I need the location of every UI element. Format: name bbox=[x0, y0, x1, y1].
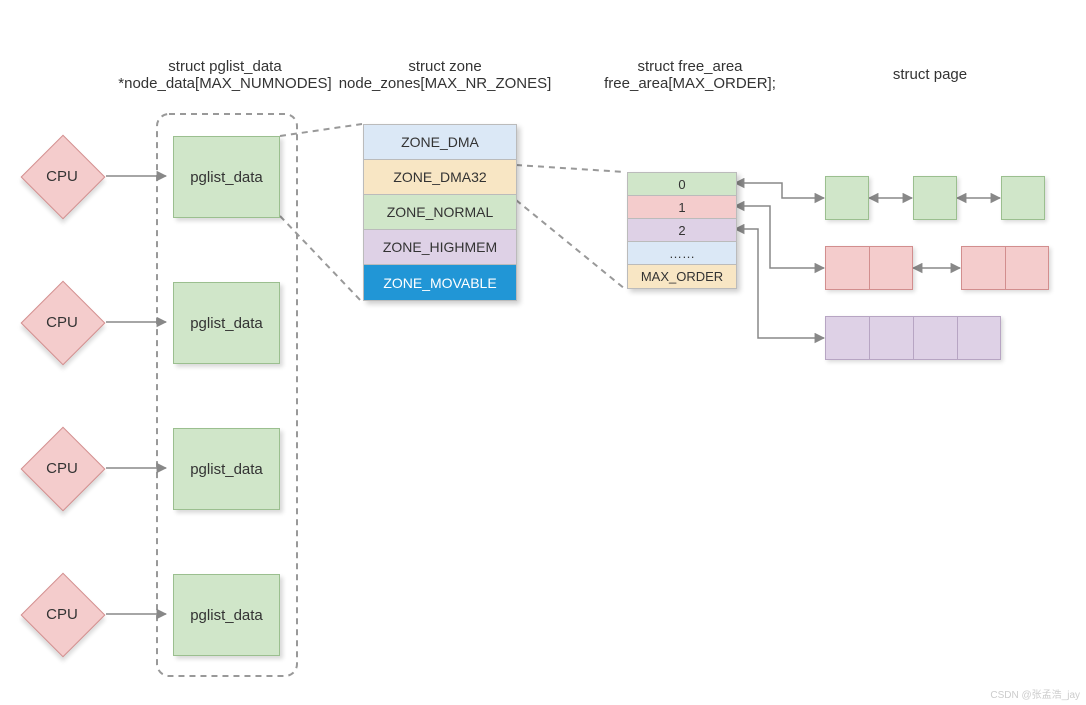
page-divider bbox=[1005, 246, 1006, 290]
freearea-stack: 0 1 2 …… MAX_ORDER bbox=[627, 172, 737, 289]
header-zone-line1: struct zone bbox=[330, 58, 560, 75]
header-pglist-line2: *node_data[MAX_NUMNODES] bbox=[100, 75, 350, 92]
pglist-box: pglist_data bbox=[173, 428, 280, 510]
header-pglist-line1: struct pglist_data bbox=[100, 58, 350, 75]
page-divider bbox=[913, 316, 914, 360]
pglist-label: pglist_data bbox=[190, 607, 263, 624]
freearea-row-maxorder: MAX_ORDER bbox=[628, 265, 736, 288]
zone-row-dma: ZONE_DMA bbox=[364, 125, 516, 160]
header-free-line2: free_area[MAX_ORDER]; bbox=[590, 75, 790, 92]
freearea-row-0: 0 bbox=[628, 173, 736, 196]
zone-row-movable: ZONE_MOVABLE bbox=[364, 265, 516, 300]
watermark: CSDN @张孟浩_jay bbox=[990, 686, 1080, 701]
pglist-box: pglist_data bbox=[173, 574, 280, 656]
page-box bbox=[913, 176, 957, 220]
header-zone: struct zone node_zones[MAX_NR_ZONES] bbox=[330, 58, 560, 92]
page-divider bbox=[869, 246, 870, 290]
page-divider bbox=[957, 316, 958, 360]
zone-stack: ZONE_DMA ZONE_DMA32 ZONE_NORMAL ZONE_HIG… bbox=[363, 124, 517, 301]
pglist-label: pglist_data bbox=[190, 315, 263, 332]
header-pglist: struct pglist_data *node_data[MAX_NUMNOD… bbox=[100, 58, 350, 92]
header-page: struct page bbox=[850, 66, 1010, 83]
page-box bbox=[825, 176, 869, 220]
zone-row-normal: ZONE_NORMAL bbox=[364, 195, 516, 230]
header-free-line1: struct free_area bbox=[590, 58, 790, 75]
header-free: struct free_area free_area[MAX_ORDER]; bbox=[590, 58, 790, 92]
pglist-label: pglist_data bbox=[190, 169, 263, 186]
header-page-line1: struct page bbox=[850, 66, 1010, 83]
header-zone-line2: node_zones[MAX_NR_ZONES] bbox=[330, 75, 560, 92]
zone-row-dma32: ZONE_DMA32 bbox=[364, 160, 516, 195]
freearea-row-1: 1 bbox=[628, 196, 736, 219]
page-box bbox=[1001, 176, 1045, 220]
page-divider bbox=[869, 316, 870, 360]
freearea-row-ellipsis: …… bbox=[628, 242, 736, 265]
pglist-label: pglist_data bbox=[190, 461, 263, 478]
freearea-row-2: 2 bbox=[628, 219, 736, 242]
pglist-box: pglist_data bbox=[173, 136, 280, 218]
zone-row-highmem: ZONE_HIGHMEM bbox=[364, 230, 516, 265]
pglist-box: pglist_data bbox=[173, 282, 280, 364]
